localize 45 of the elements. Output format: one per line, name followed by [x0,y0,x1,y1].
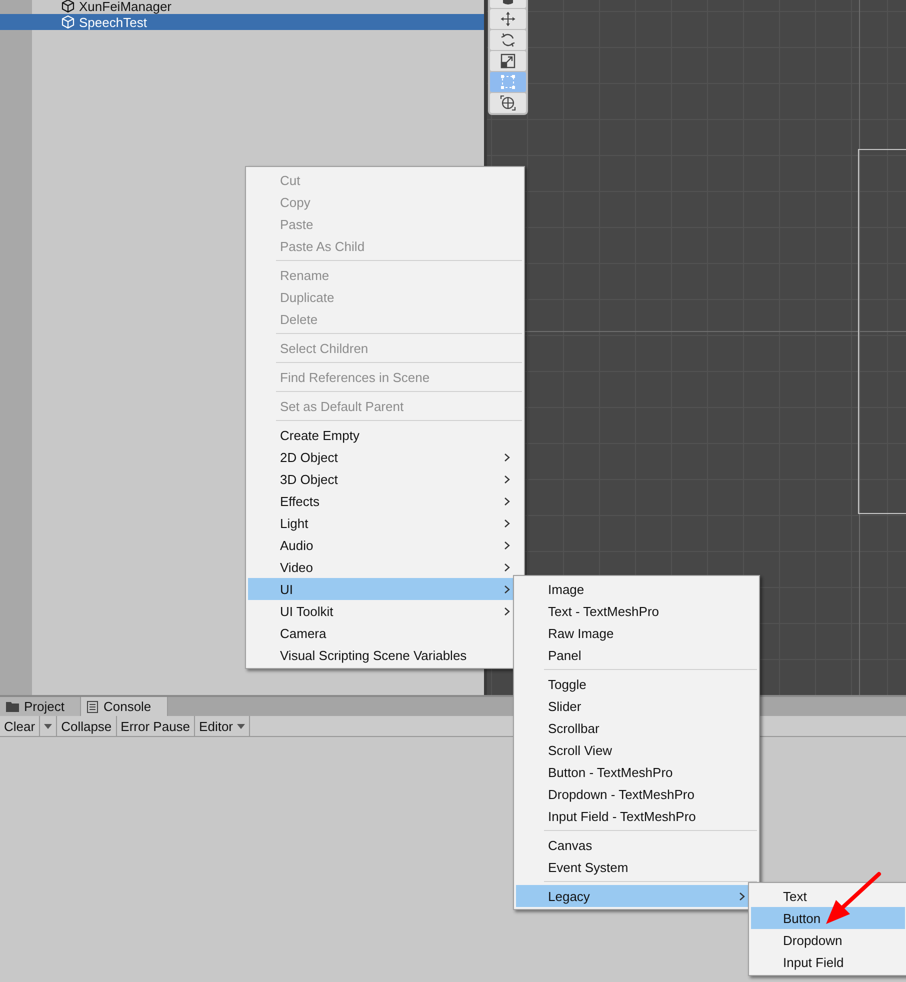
menu-item[interactable]: Event System [516,856,757,878]
menu-item[interactable]: Button [751,907,905,929]
cube-icon [61,15,75,29]
caret-icon [237,724,246,728]
folder-icon [6,701,19,712]
menu-item[interactable]: Audio [248,534,522,556]
transform-tool-icon [500,95,516,111]
menu-item[interactable]: 3D Object [248,468,522,490]
move-tool-button[interactable] [490,9,526,29]
menu-item[interactable]: Slider [516,695,757,717]
console-icon [87,700,98,712]
menu-item[interactable]: Create Empty [248,424,522,446]
scale-tool-icon [500,53,516,69]
rotate-tool-button[interactable] [490,30,526,50]
menu-item[interactable]: Input Field [751,951,905,973]
hierarchy-item[interactable]: XunFeiManager [0,0,484,14]
menu-item[interactable]: Scroll View [516,739,757,761]
rotate-tool-icon [500,32,516,48]
menu-item[interactable]: Input Field - TextMeshPro [516,805,757,827]
scale-tool-button[interactable] [490,51,526,71]
menu-item[interactable]: Effects [248,490,522,512]
transform-tool-button[interactable] [490,93,526,113]
caret-icon [44,724,52,728]
move-tool-icon [500,11,516,27]
panel-tab[interactable]: Project [0,697,82,716]
menu-item[interactable]: Button - TextMeshPro [516,761,757,783]
menu-item[interactable]: Scrollbar [516,717,757,739]
toolbar-button[interactable]: Collapse [57,716,117,736]
menu-item[interactable]: Video [248,556,522,578]
toolbar-button[interactable]: Error Pause [116,716,196,736]
rect-tool-icon [500,74,516,90]
menu-item[interactable]: Raw Image [516,622,757,644]
menu-item[interactable]: Canvas [516,834,757,856]
panel-tab[interactable]: Console [81,697,168,716]
menu-item[interactable]: Toggle [516,673,757,695]
menu-item[interactable]: Dropdown [751,929,905,951]
menu-item[interactable]: Text - TextMeshPro [516,600,757,622]
menu-item[interactable]: Light [248,512,522,534]
dropdown-button[interactable]: Editor [195,716,250,736]
menu-item[interactable]: 2D Object [248,446,522,468]
toolbar-button[interactable]: Clear [0,716,40,736]
menu-item[interactable]: Panel [516,644,757,666]
cube-icon [61,0,75,13]
hierarchy-item[interactable]: SpeechTest [0,14,484,30]
menu-item[interactable]: Dropdown - TextMeshPro [516,783,757,805]
